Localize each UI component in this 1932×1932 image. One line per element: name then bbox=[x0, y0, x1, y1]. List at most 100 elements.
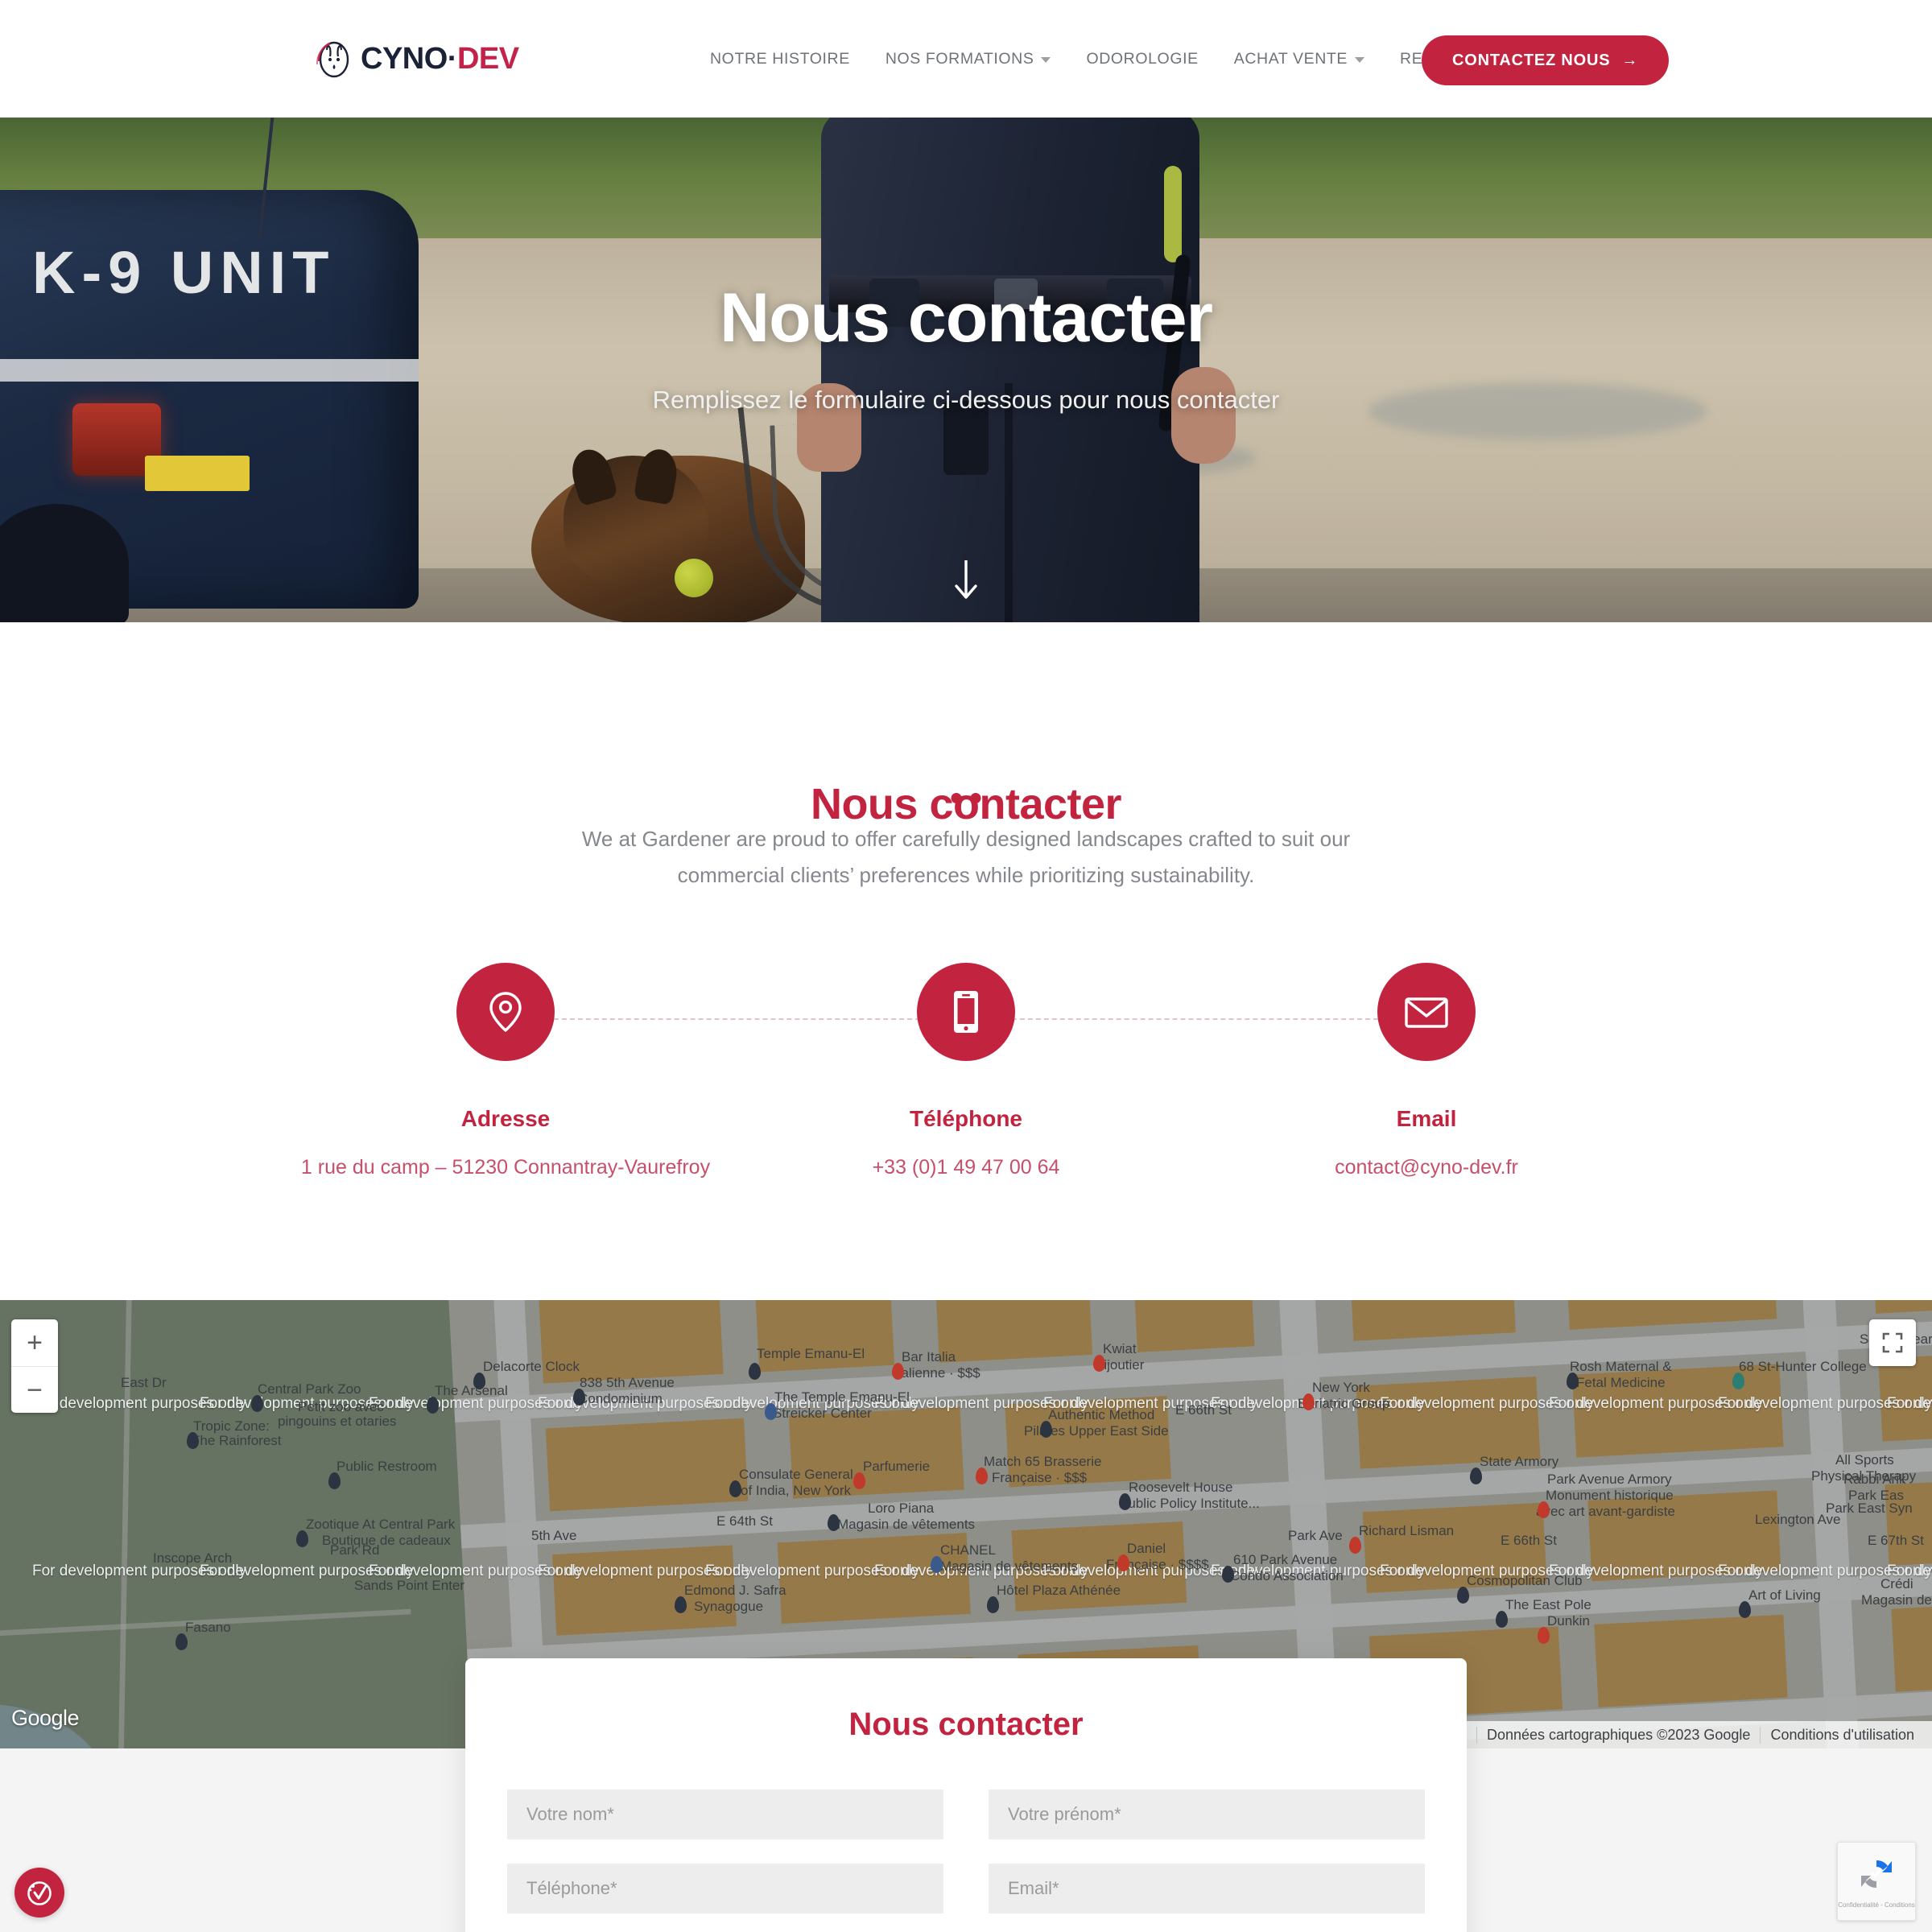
map-poi-label: Art of Living bbox=[1748, 1587, 1821, 1603]
map-poi-label: Public Policy Institute... bbox=[1119, 1496, 1260, 1511]
map-poi-label: Italienne · $$$ bbox=[894, 1365, 980, 1381]
map-pin-marker[interactable] bbox=[1538, 1627, 1550, 1644]
map-poi-label: Magasin de vê bbox=[1861, 1592, 1932, 1608]
contact-value-telephone[interactable]: +33 (0)1 49 47 00 64 bbox=[757, 1156, 1175, 1179]
field-placeholder: Téléphone* bbox=[526, 1878, 617, 1898]
map-poi-label: The Rainforest bbox=[192, 1433, 282, 1448]
map-poi-label: avec art avant-gardiste bbox=[1536, 1504, 1675, 1519]
contact-label-adresse: Adresse bbox=[460, 1106, 551, 1131]
map-poi-label: Inscope Arch bbox=[153, 1550, 233, 1566]
map-poi-label: The Temple Emanu-El bbox=[774, 1389, 910, 1405]
map-pin-marker[interactable] bbox=[853, 1472, 865, 1489]
contact-info-section bbox=[0, 622, 1932, 1300]
contact-label-telephone: Téléphone bbox=[909, 1106, 1022, 1131]
nav-item-achat-vente[interactable]: ACHAT VENTE bbox=[1216, 50, 1382, 68]
form-fields-grid: Votre nom* Votre prénom* Téléphone* Emai… bbox=[465, 1743, 1467, 1932]
map-pin-marker[interactable] bbox=[473, 1373, 485, 1389]
arrow-right-icon: → bbox=[1621, 51, 1639, 69]
map-pin-marker[interactable] bbox=[892, 1363, 904, 1380]
map-pin-marker[interactable] bbox=[1119, 1493, 1131, 1510]
contact-value-adresse[interactable]: 1 rue du camp – 51230 Connantray-Vaurefr… bbox=[296, 1156, 715, 1179]
cta-label: CONTACTEZ NOUS bbox=[1452, 51, 1611, 69]
contact-column-adresse: Adresse 1 rue du camp – 51230 Connantray… bbox=[296, 963, 715, 1179]
recaptcha-icon bbox=[1856, 1854, 1897, 1898]
map-pin-marker[interactable] bbox=[1117, 1554, 1129, 1571]
nav-item-notre-histoire[interactable]: NOTRE HISTOIRE bbox=[692, 50, 868, 68]
map-pin-marker[interactable] bbox=[931, 1556, 943, 1573]
map-poi-label: Public Restroom bbox=[336, 1459, 437, 1474]
map-poi-label: Rabbi Arik bbox=[1843, 1472, 1906, 1487]
map-pin-marker[interactable] bbox=[1093, 1355, 1105, 1372]
map-poi-label: Fasano bbox=[185, 1620, 231, 1635]
map-pin-marker[interactable] bbox=[573, 1389, 585, 1406]
map-poi-label: 5th Ave bbox=[531, 1528, 577, 1543]
map-pin-marker[interactable] bbox=[1567, 1373, 1579, 1389]
map-pin-marker[interactable] bbox=[187, 1432, 199, 1449]
map-pin-marker[interactable] bbox=[1457, 1587, 1469, 1604]
map-pin-marker[interactable] bbox=[828, 1514, 840, 1531]
map-pin-marker[interactable] bbox=[1538, 1501, 1550, 1518]
recaptcha-badge[interactable]: Confidentialité - Conditions bbox=[1837, 1842, 1916, 1921]
map-pin-marker[interactable] bbox=[749, 1363, 761, 1380]
map-poi-label: Bar Italia bbox=[902, 1349, 956, 1364]
map-zoom-controls[interactable]: + − bbox=[11, 1319, 58, 1413]
zoom-in-button[interactable]: + bbox=[11, 1319, 58, 1366]
contact-column-email: Email contact@cyno-dev.fr bbox=[1217, 963, 1636, 1179]
accessibility-widget-icon[interactable] bbox=[14, 1868, 64, 1918]
map-pin-marker[interactable] bbox=[987, 1596, 999, 1613]
map-pin-marker[interactable] bbox=[175, 1633, 188, 1650]
map-pin-marker[interactable] bbox=[729, 1480, 741, 1497]
map-pin-marker[interactable] bbox=[1349, 1537, 1361, 1554]
map-data-attribution: Données cartographiques ©2023 Google bbox=[1476, 1726, 1761, 1744]
map-pin-marker[interactable] bbox=[765, 1403, 777, 1420]
map-poi-label: Fetal Medicine bbox=[1576, 1375, 1666, 1390]
map-poi-label: Condominium bbox=[578, 1391, 663, 1406]
contact-value-email[interactable]: contact@cyno-dev.fr bbox=[1217, 1156, 1636, 1179]
nav-label: ACHAT VENTE bbox=[1233, 49, 1348, 68]
chevron-down-icon bbox=[1041, 57, 1051, 63]
map-poi-label: Richard Lisman bbox=[1359, 1523, 1455, 1538]
map-pin-marker[interactable] bbox=[976, 1468, 988, 1484]
map-dev-notice: For development purposes only bbox=[1887, 1395, 1932, 1412]
field-placeholder: Email* bbox=[1008, 1878, 1059, 1898]
map-pin-marker[interactable] bbox=[1040, 1421, 1052, 1438]
map-pin-marker[interactable] bbox=[675, 1596, 687, 1613]
contact-form-card: Nous contacter Votre nom* Votre prénom* … bbox=[465, 1658, 1467, 1932]
map-poi-label: East Dr bbox=[121, 1375, 167, 1390]
map-poi-label: Loro Piana bbox=[868, 1501, 935, 1516]
map-pin-marker[interactable] bbox=[328, 1472, 341, 1489]
map-poi-label: E 67th St bbox=[1868, 1533, 1924, 1548]
map-poi-label: 838 5th Avenue bbox=[580, 1375, 675, 1390]
field-telephone[interactable]: Téléphone* bbox=[507, 1864, 943, 1913]
field-votre-nom[interactable]: Votre nom* bbox=[507, 1790, 943, 1839]
map-pin-icon bbox=[456, 963, 555, 1061]
map-pin-marker[interactable] bbox=[427, 1397, 439, 1414]
field-email[interactable]: Email* bbox=[989, 1864, 1425, 1913]
map-pin-marker[interactable] bbox=[1739, 1601, 1751, 1618]
arrow-down-icon[interactable] bbox=[952, 559, 980, 608]
map-poi-label: E 66th St bbox=[1175, 1402, 1232, 1418]
field-votre-prenom[interactable]: Votre prénom* bbox=[989, 1790, 1425, 1839]
fullscreen-icon[interactable] bbox=[1869, 1319, 1916, 1366]
zoom-out-button[interactable]: − bbox=[11, 1367, 58, 1414]
map-pin-marker[interactable] bbox=[1470, 1468, 1482, 1484]
contact-cta-button[interactable]: CONTACTEZ NOUS → bbox=[1422, 35, 1670, 85]
field-placeholder: Votre prénom* bbox=[1008, 1804, 1121, 1824]
map-terms-link[interactable]: Conditions d'utilisation bbox=[1760, 1726, 1924, 1744]
map-poi-label: The East Pole bbox=[1505, 1597, 1591, 1612]
map-pin-marker[interactable] bbox=[296, 1530, 308, 1547]
map-pin-marker[interactable] bbox=[1496, 1611, 1508, 1628]
nav-item-odorologie[interactable]: ODOROLOGIE bbox=[1068, 50, 1216, 68]
map-pin-marker[interactable] bbox=[1222, 1566, 1234, 1583]
nav-item-nos-formations[interactable]: NOS FORMATIONS bbox=[868, 50, 1069, 68]
map-poi-label: All Sports bbox=[1835, 1452, 1894, 1468]
map-pin-marker[interactable] bbox=[1732, 1373, 1744, 1389]
map-poi-label: New York bbox=[1312, 1380, 1370, 1395]
map-pin-marker[interactable] bbox=[251, 1395, 263, 1412]
map-poi-label: Daniel bbox=[1127, 1541, 1166, 1556]
map-poi-label: pingouins et otaries bbox=[278, 1414, 397, 1429]
map-poi-label: State Armory bbox=[1480, 1454, 1559, 1469]
site-logo[interactable]: CYNO·DEV bbox=[312, 37, 519, 80]
map-poi-label: Magasin de vêtements bbox=[837, 1517, 976, 1532]
map-pin-marker[interactable] bbox=[1302, 1393, 1315, 1410]
